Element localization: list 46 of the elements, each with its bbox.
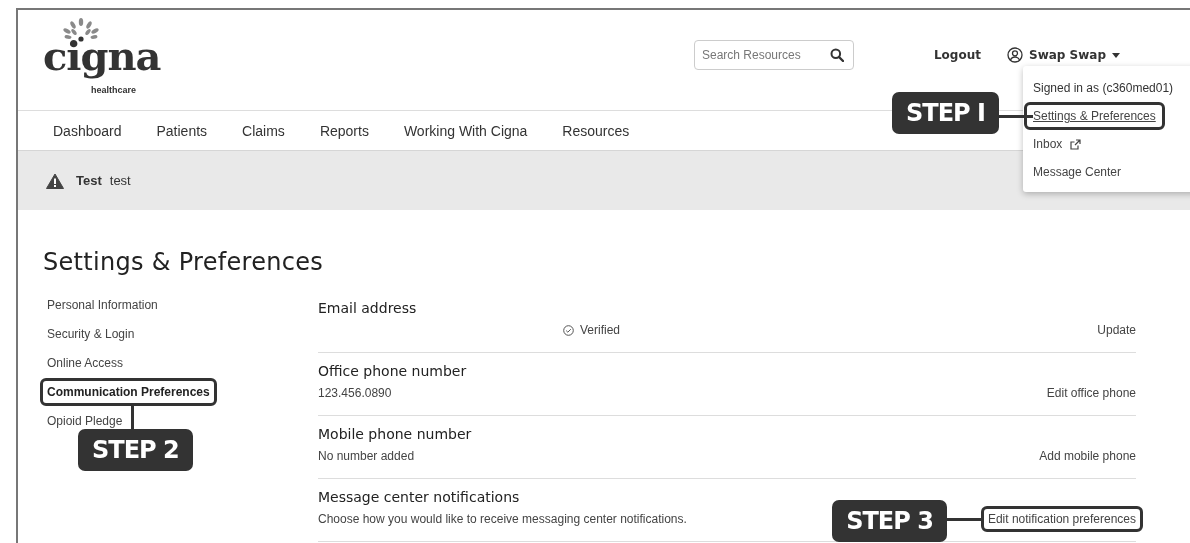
caret-icon [1112, 52, 1120, 58]
action-link[interactable]: Add mobile phone [1032, 443, 1143, 469]
nav-link[interactable]: Dashboard [53, 122, 122, 139]
signed-in-text: Signed in as (c360med01) [1033, 81, 1174, 95]
setting-value: No number added [318, 449, 415, 463]
setting-title: Email address [318, 300, 418, 316]
user-icon [1007, 47, 1023, 63]
leader-line [999, 114, 1033, 118]
sidebar-link[interactable]: Communication Preferences [40, 377, 217, 406]
step-callout: STEP 2 [78, 429, 193, 471]
setting-title: Mobile phone number [318, 426, 473, 442]
menu-item[interactable]: Message Center [1024, 158, 1131, 186]
logout-link[interactable]: Logout [933, 48, 981, 62]
leader-line [131, 406, 134, 430]
setting-value: 123.456.0890 [318, 386, 392, 400]
step-callout: STEP I [892, 92, 999, 134]
menu-item[interactable]: Settings & Preferences [1024, 102, 1165, 130]
check-circle-icon [563, 324, 574, 336]
search-icon[interactable] [829, 48, 844, 62]
menu-item[interactable]: Inbox [1024, 130, 1091, 158]
status-text: Verified [580, 323, 621, 337]
page-title: Settings & Preferences [43, 248, 325, 278]
external-link-icon [1070, 138, 1082, 150]
leader-line [946, 517, 981, 521]
step-callout: STEP 3 [832, 500, 947, 542]
sidebar-link[interactable]: Security & Login [40, 319, 142, 348]
alert-message: test [109, 173, 131, 188]
warning-icon [46, 172, 64, 189]
nav-link[interactable]: Resources [562, 122, 630, 139]
setting-value: Choose how you would like to receive messaging center notifications. [318, 512, 687, 526]
action-link[interactable]: Edit notification preferences [980, 506, 1143, 532]
alert-title: Test [76, 173, 102, 188]
setting-title: Office phone number [318, 363, 468, 379]
logo-wordmark[interactable]: cigna [43, 32, 161, 79]
nav-link[interactable]: Claims [242, 122, 285, 139]
action-link[interactable]: Edit office phone [1039, 380, 1143, 406]
nav-link[interactable]: Reports [319, 122, 369, 139]
search-field[interactable]: Search Resources [693, 40, 854, 70]
sidebar-link[interactable]: Online Access [40, 348, 131, 377]
nav-link[interactable]: Working With Cigna [403, 122, 528, 139]
sidebar-link[interactable]: Personal Information [40, 290, 165, 319]
action-link[interactable]: Update [1090, 317, 1143, 343]
logo-tagline: healthcare [91, 85, 137, 95]
user-menu-button[interactable]: Swap Swap [1007, 47, 1120, 63]
setting-title: Message center notifications [318, 489, 521, 505]
nav-link[interactable]: Patients [156, 122, 208, 139]
